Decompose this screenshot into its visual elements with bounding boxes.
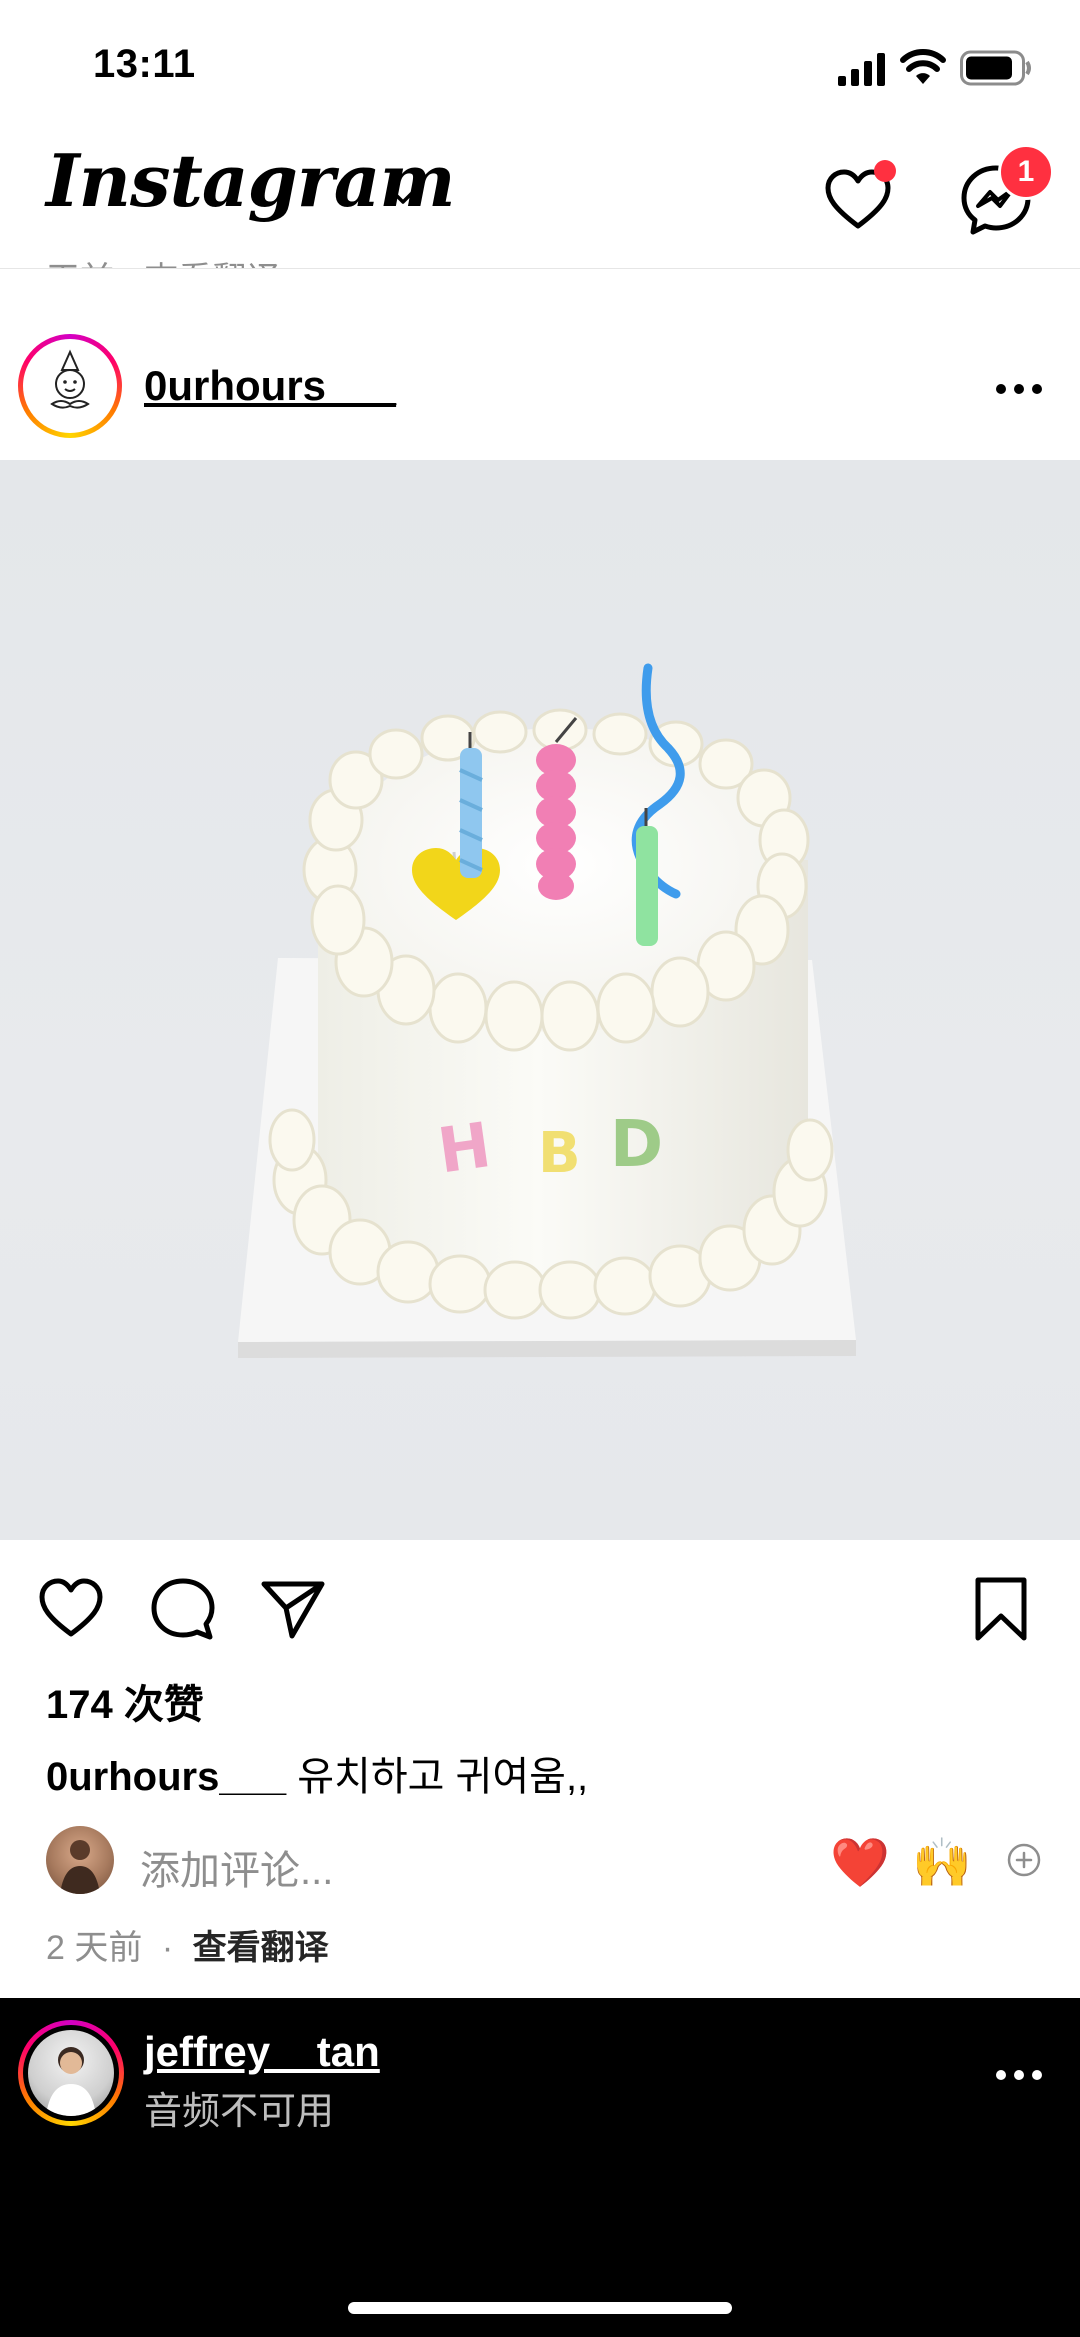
bookmark-icon[interactable] [966, 1574, 1036, 1644]
see-translation-link[interactable]: 查看翻译 [193, 1929, 329, 1967]
person-avatar-icon [60, 1840, 100, 1894]
status-bar: 13:11 [0, 0, 1080, 130]
cellular-signal-icon [838, 53, 885, 86]
svg-text:D: D [610, 1108, 663, 1182]
story-ring[interactable] [18, 334, 122, 438]
next-post-username[interactable]: jeffrey__tan [144, 2028, 380, 2076]
person-avatar-icon [46, 2047, 96, 2116]
audio-unavailable-label: 音频不可用 [144, 2091, 335, 2133]
add-comment-row: 添加评论... ❤️ 🙌 [0, 1820, 1080, 1900]
battery-icon [960, 50, 1031, 86]
chevron-down-icon[interactable] [386, 180, 420, 214]
quick-reaction-raised-hands[interactable]: 🙌 [912, 1834, 972, 1891]
avatar [28, 344, 112, 428]
more-options-icon[interactable] [994, 382, 1044, 396]
like-heart-icon[interactable] [36, 1574, 106, 1644]
my-avatar [46, 1826, 114, 1894]
avatar [28, 2030, 114, 2116]
app-header: Instagram 1 [0, 130, 1080, 269]
previous-post-meta: 天前 · 查看翻译 [46, 252, 280, 268]
post-username[interactable]: 0urhours___ [144, 362, 396, 410]
messages-badge: 1 [998, 144, 1054, 200]
caption-username[interactable]: 0urhours___ [46, 1755, 286, 1799]
comment-icon[interactable] [148, 1574, 218, 1644]
add-emoji-icon[interactable] [1006, 1842, 1042, 1878]
more-options-icon[interactable] [994, 2068, 1044, 2082]
birthday-cake-illustration: H B D [238, 663, 856, 1358]
home-indicator[interactable] [348, 2302, 732, 2314]
post-header: 0urhours___ [0, 320, 1080, 460]
activity-unread-dot [874, 160, 896, 182]
post-actions [0, 1552, 1080, 1662]
caption-text: 유치하고 귀여움,, [297, 1755, 589, 1799]
post-image[interactable]: H B D [0, 460, 1080, 1540]
quick-reaction-heart[interactable]: ❤️ [830, 1834, 890, 1891]
post-meta: 2 天前 · 查看翻译 [46, 1920, 329, 1969]
share-send-icon[interactable] [258, 1574, 328, 1644]
like-count[interactable]: 174 次赞 [46, 1672, 204, 1730]
svg-text:B: B [538, 1121, 581, 1186]
wifi-icon [900, 49, 946, 84]
next-post: jeffrey__tan 音频不可用 [0, 1998, 1080, 2337]
story-ring[interactable] [18, 2020, 124, 2126]
post-time: 2 天前 [46, 1929, 143, 1967]
clown-avatar-icon [50, 349, 90, 409]
post-caption: 0urhours___ 유치하고 귀여움,, [46, 1744, 588, 1802]
svg-text:H: H [434, 1108, 496, 1188]
meta-separator: · [161, 1929, 174, 1967]
add-comment-input[interactable]: 添加评论... [140, 1838, 333, 1896]
status-time: 13:11 [93, 42, 196, 86]
